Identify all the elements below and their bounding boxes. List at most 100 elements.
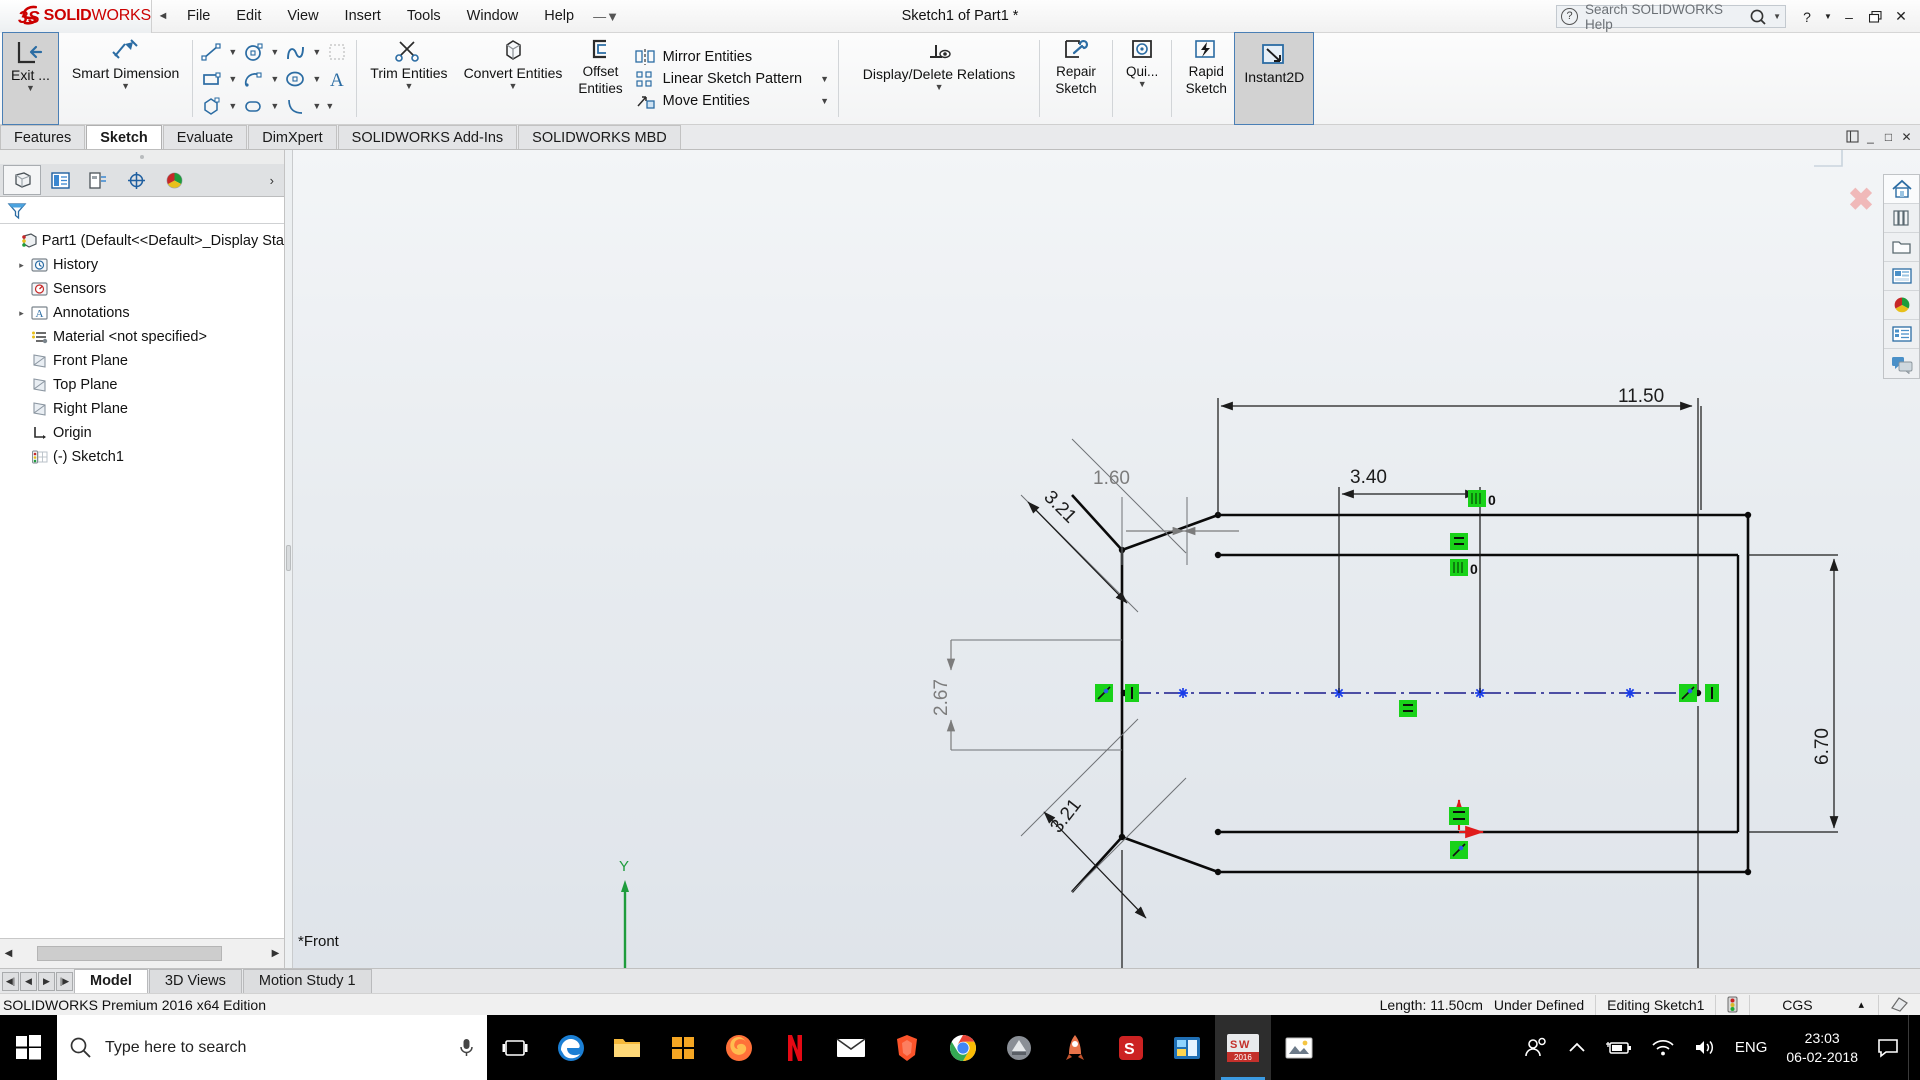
scroll-track[interactable] — [19, 945, 265, 962]
tab-features[interactable]: Features — [0, 125, 86, 149]
nav-prev-button[interactable]: ◀ — [20, 971, 37, 991]
sketch-canvas[interactable]: 11.50 3.40 3.21 1.60 2.67 6.70 3.21 0 0 … — [293, 150, 1920, 968]
tab-solidworks-mbd[interactable]: SOLIDWORKS MBD — [518, 125, 681, 149]
rectangle-tool-button[interactable] — [197, 66, 226, 92]
menu-edit[interactable]: Edit — [223, 0, 274, 33]
cortana-mic-icon[interactable] — [458, 1036, 475, 1059]
tree-item-history[interactable]: ▸ History — [0, 253, 284, 277]
display-delete-relations-caret[interactable]: ▼ — [935, 83, 944, 92]
tree-item-top-plane[interactable]: Top Plane — [0, 373, 284, 397]
pin-icon[interactable]: —▼ — [593, 9, 619, 24]
brave-icon[interactable] — [879, 1015, 935, 1080]
tree-item-material[interactable]: Material <not specified> — [0, 325, 284, 349]
tree-item-front-plane[interactable]: Front Plane — [0, 349, 284, 373]
tree-item-right-plane[interactable]: Right Plane — [0, 397, 284, 421]
tree-item-part1[interactable]: Part1 (Default<<Default>_Display Sta — [0, 229, 284, 253]
repair-sketch-button[interactable]: Repair Sketch — [1045, 33, 1107, 124]
doc-tab-3d-views[interactable]: 3D Views — [148, 969, 242, 993]
file-explorer-icon[interactable] — [599, 1015, 655, 1080]
tree-item-sensors[interactable]: Sensors — [0, 277, 284, 301]
slot-tool-dropdown[interactable]: ▼ — [268, 93, 281, 119]
menu-view[interactable]: View — [274, 0, 331, 33]
tree-item-sketch1[interactable]: (-) Sketch1 — [0, 445, 284, 469]
taskbar-search-box[interactable]: Type here to search — [57, 1015, 487, 1080]
slot-tool-button[interactable] — [239, 93, 268, 119]
instant2d-button[interactable]: Instant2D — [1234, 32, 1315, 125]
line-tool-button[interactable] — [197, 39, 226, 65]
show-hidden-icons-icon[interactable] — [1558, 1040, 1596, 1056]
custom-properties-icon[interactable] — [1884, 320, 1919, 349]
quick-snaps-button[interactable]: Qui... ▼ — [1118, 33, 1166, 124]
show-desktop-button[interactable] — [1908, 1015, 1916, 1080]
menu-file[interactable]: File — [174, 0, 223, 33]
menu-help[interactable]: Help — [531, 0, 587, 33]
appearances-icon[interactable] — [1884, 291, 1919, 320]
action-center-icon[interactable] — [1868, 1015, 1908, 1080]
firefox-icon[interactable] — [711, 1015, 767, 1080]
convert-entities-caret[interactable]: ▼ — [509, 82, 518, 91]
help-search-box[interactable]: ? Search SOLIDWORKS Help ▼ — [1556, 2, 1786, 32]
scroll-thumb[interactable] — [37, 946, 222, 961]
tab-sketch[interactable]: Sketch — [86, 125, 162, 149]
parabola-tool-dropdown[interactable]: ▼ — [310, 93, 323, 119]
task-view-icon[interactable] — [487, 1015, 543, 1080]
tree-twisty[interactable]: ▸ — [14, 260, 29, 271]
trim-entities-button[interactable]: Trim Entities ▼ — [362, 33, 455, 124]
close-doc-window-icon[interactable]: ✕ — [1898, 128, 1915, 145]
circle-tool-button[interactable] — [239, 39, 268, 65]
store-icon[interactable] — [655, 1015, 711, 1080]
design-library-icon[interactable] — [1884, 204, 1919, 233]
edge-icon[interactable] — [543, 1015, 599, 1080]
tree-item-annotations[interactable]: ▸ A Annotations — [0, 301, 284, 325]
rectangle-tool-dropdown[interactable]: ▼ — [226, 66, 239, 92]
volume-icon[interactable] — [1684, 1038, 1726, 1057]
exit-sketch-button[interactable]: Exit ... ▼ — [2, 32, 59, 125]
scroll-right-icon[interactable]: ▶ — [267, 946, 284, 962]
arc-tool-button[interactable] — [239, 66, 268, 92]
spline-tool-dropdown[interactable]: ▼ — [310, 39, 323, 65]
panel-splitter[interactable] — [285, 150, 293, 968]
arc-tool-dropdown[interactable]: ▼ — [268, 66, 281, 92]
close-sketch-x-icon[interactable]: ✖ — [1848, 184, 1874, 215]
doc-tab-motion-study-1[interactable]: Motion Study 1 — [242, 969, 372, 993]
photoshop-icon[interactable]: S — [1103, 1015, 1159, 1080]
offset-entities-button[interactable]: Offset Entities — [570, 33, 630, 124]
doc-tab-model[interactable]: Model — [74, 969, 148, 993]
tree-twisty[interactable]: ▸ — [14, 308, 29, 319]
nav-first-button[interactable]: ◀| — [2, 971, 19, 991]
parabola-tool-button[interactable] — [281, 93, 310, 119]
status-rebuild-indicator[interactable] — [1715, 994, 1749, 1015]
help-button[interactable]: ? — [1794, 3, 1820, 31]
graphics-area[interactable]: A ▼ ▼ ▼ ▼ ▼ — [293, 150, 1920, 968]
restore-doc-window-icon[interactable]: □ — [1880, 128, 1897, 145]
chrome-icon[interactable] — [935, 1015, 991, 1080]
pin-command-manager-icon[interactable] — [1844, 128, 1861, 145]
rapid-sketch-button[interactable]: Rapid Sketch — [1177, 33, 1235, 124]
quick-snaps-caret[interactable]: ▼ — [1138, 80, 1147, 89]
smart-dimension-button[interactable]: Smart Dimension ▼ — [64, 33, 187, 124]
trim-entities-caret[interactable]: ▼ — [404, 82, 413, 91]
spline-tool-button[interactable] — [281, 39, 310, 65]
cad-icon[interactable] — [991, 1015, 1047, 1080]
tree-filter-bar[interactable] — [0, 197, 284, 224]
start-button[interactable] — [0, 1015, 57, 1080]
search-icon[interactable] — [1749, 8, 1771, 26]
move-entities-dropdown[interactable]: ▼ — [802, 96, 829, 106]
menu-window[interactable]: Window — [454, 0, 532, 33]
polygon-tool-button[interactable] — [197, 93, 226, 119]
mail-icon[interactable] — [823, 1015, 879, 1080]
restore-button[interactable] — [1862, 3, 1888, 31]
circle-tool-dropdown[interactable]: ▼ — [268, 39, 281, 65]
panel-drag-handle[interactable] — [0, 150, 284, 164]
battery-icon[interactable] — [1596, 1039, 1642, 1057]
exit-sketch-caret[interactable]: ▼ — [26, 84, 35, 93]
help-dropdown-icon[interactable]: ▼ — [1820, 3, 1836, 31]
display-delete-relations-button[interactable]: Display/Delete Relations ▼ — [844, 33, 1034, 124]
ellipse-tool-button[interactable] — [281, 66, 310, 92]
linear-sketch-pattern-button[interactable]: Linear Sketch Pattern ▼ — [631, 68, 833, 90]
language-indicator[interactable]: ENG — [1726, 1039, 1777, 1056]
nav-last-button[interactable]: |▶ — [56, 971, 73, 991]
tree-item-origin[interactable]: Origin — [0, 421, 284, 445]
people-icon[interactable] — [1515, 1037, 1558, 1059]
photos-icon[interactable] — [1271, 1015, 1327, 1080]
